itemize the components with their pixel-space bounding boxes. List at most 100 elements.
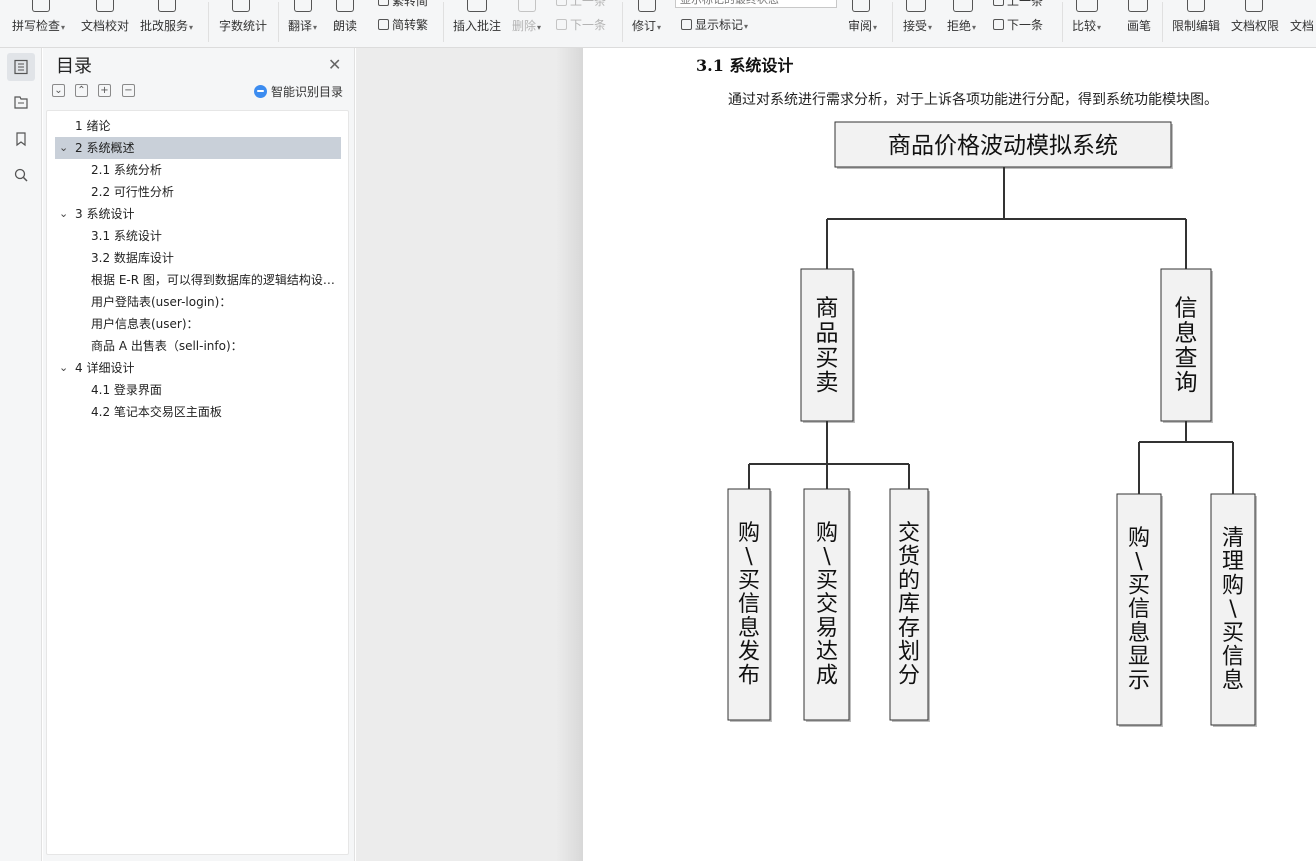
toc-item[interactable]: ⌄ 4 详细设计 [55, 357, 341, 379]
read-aloud-button[interactable]: 朗读 [333, 19, 357, 33]
toc-item[interactable]: 3.1 系统设计 [55, 225, 341, 247]
translate-label: 翻译 [288, 19, 313, 33]
toc-item[interactable]: 用户登陆表(user-login)： [55, 291, 341, 313]
toc-title: 目录 [56, 56, 92, 77]
smart-detect-label: 智能识别目录 [271, 85, 344, 99]
restrict-edit-button[interactable]: 限制编辑 [1172, 19, 1220, 33]
close-icon[interactable]: ✕ [328, 55, 341, 74]
toc-item-label: 2 系统概述 [75, 141, 135, 155]
review-button[interactable]: 审阅▾ [848, 19, 877, 35]
simp-to-trad-label: 简转繁 [392, 18, 429, 32]
side-rail [0, 48, 42, 861]
delete-comment-button[interactable]: 删除▾ [512, 19, 541, 35]
toc-item-label: 商品 A 出售表（sell-info)： [91, 339, 243, 353]
trad-to-simp-icon [378, 0, 389, 6]
next-comment-label: 下一条 [570, 18, 607, 32]
doc-more-button[interactable]: 文档 [1290, 19, 1314, 33]
doc-permission-button[interactable]: 文档权限 [1231, 19, 1279, 33]
track-changes-button[interactable]: 修订▾ [632, 19, 661, 35]
compare-icon [1076, 0, 1098, 12]
toc-item[interactable]: 2.1 系统分析 [55, 159, 341, 181]
show-markup-button[interactable]: 显示标记▾ [681, 18, 748, 34]
word-count-icon [232, 0, 250, 12]
toc-item-label: 4 详细设计 [75, 361, 135, 375]
toc-item-label: 4.2 笔记本交易区主面板 [91, 405, 222, 419]
accept-icon [906, 0, 926, 12]
toc-item-label: 2.1 系统分析 [91, 163, 162, 177]
comment-icon [467, 0, 487, 12]
chevron-down-icon[interactable]: ⌄ [59, 203, 68, 225]
smart-detect-icon [254, 85, 267, 98]
chevron-down-icon[interactable]: ⌄ [59, 357, 68, 379]
toc-item[interactable]: ⌄ 2 系统概述 [55, 137, 341, 159]
toc-item[interactable]: 1 绪论 [55, 115, 341, 137]
translate-icon [294, 0, 312, 12]
compare-button[interactable]: 比较▾ [1072, 19, 1101, 35]
toc-item[interactable]: 用户信息表(user)： [55, 313, 341, 335]
reject-icon [953, 0, 973, 12]
bookmark-icon [16, 132, 26, 147]
toc-item-label: 2.2 可行性分析 [91, 185, 174, 199]
track-changes-label: 修订 [632, 19, 657, 33]
translate-button[interactable]: 翻译▾ [288, 19, 317, 35]
show-markup-label: 显示标记 [695, 18, 744, 32]
ribbon-divider [443, 2, 444, 42]
add-level-icon[interactable]: + [98, 84, 111, 97]
reject-button[interactable]: 拒绝▾ [947, 19, 976, 35]
insert-comment-button[interactable]: 插入批注 [453, 19, 501, 33]
toc-item-label: 3 系统设计 [75, 207, 135, 221]
pen-button[interactable]: 画笔 [1127, 19, 1151, 33]
toc-item[interactable]: 商品 A 出售表（sell-info)： [55, 335, 341, 357]
toc-item[interactable]: 4.2 笔记本交易区主面板 [55, 401, 341, 423]
toc-item[interactable]: ⌄ 3 系统设计 [55, 203, 341, 225]
accept-button[interactable]: 接受▾ [903, 19, 932, 35]
trad-to-simp-button[interactable]: 繁转简 [378, 0, 428, 8]
ribbon-divider [1162, 2, 1163, 42]
toc-item[interactable]: 3.2 数据库设计 [55, 247, 341, 269]
ribbon-divider [278, 2, 279, 42]
expand-up-icon[interactable]: ⌃ [75, 84, 88, 97]
next-comment-icon [556, 19, 567, 30]
trad-to-simp-label: 繁转简 [392, 0, 429, 8]
root-node-label: 商品价格波动模拟系统 [888, 133, 1118, 159]
spell-check-button[interactable]: 拼写检查▾ [12, 19, 65, 35]
doc-proof-icon [96, 0, 114, 12]
revise-service-button[interactable]: 批改服务▾ [140, 19, 193, 35]
prev-change-button[interactable]: 上一条 [993, 0, 1043, 8]
spell-check-label: 拼写检查 [12, 19, 61, 33]
toc-item-label: 3.1 系统设计 [91, 229, 162, 243]
collapse-all-icon[interactable]: ⌄ [52, 84, 65, 97]
simp-to-trad-button[interactable]: 简转繁 [378, 18, 428, 32]
doc-permission-icon [1245, 0, 1263, 12]
toc-item[interactable]: 根据 E-R 图，可以得到数据库的逻辑结构设计如下 [55, 269, 341, 291]
markup-state-select[interactable]: 显示标记的最终状态 [675, 0, 837, 8]
toc-icon [14, 59, 28, 75]
search-rail-button[interactable] [7, 161, 35, 189]
next-comment-button[interactable]: 下一条 [556, 18, 606, 32]
pen-icon [1128, 0, 1148, 12]
toc-item-label: 4.1 登录界面 [91, 383, 162, 397]
ribbon-divider [622, 2, 623, 42]
delete-comment-icon [518, 0, 536, 12]
track-changes-icon [638, 0, 656, 12]
chevron-down-icon[interactable]: ⌄ [59, 137, 68, 159]
revise-service-icon [158, 0, 176, 12]
folder-tree-icon [14, 96, 28, 109]
node-label: 信息查询 [1175, 296, 1198, 397]
toc-item[interactable]: 4.1 登录界面 [55, 379, 341, 401]
node-label: 商品买卖 [816, 296, 839, 397]
simp-to-trad-icon [378, 19, 389, 30]
next-change-button[interactable]: 下一条 [993, 18, 1043, 32]
toc-rail-button[interactable] [7, 53, 35, 81]
read-aloud-icon [336, 0, 354, 12]
ribbon-toolbar: 拼写检查▾ 文档校对 批改服务▾ 字数统计 翻译▾ 朗读 繁转简 简转繁 插入批… [0, 0, 1316, 48]
nav-rail-button[interactable] [7, 88, 35, 116]
bookmark-rail-button[interactable] [7, 125, 35, 153]
prev-comment-button[interactable]: 上一条 [556, 0, 606, 8]
prev-change-icon [993, 0, 1004, 6]
toc-item[interactable]: 2.2 可行性分析 [55, 181, 341, 203]
doc-proof-button[interactable]: 文档校对 [81, 19, 129, 33]
word-count-button[interactable]: 字数统计 [219, 19, 267, 33]
remove-level-icon[interactable]: − [122, 84, 135, 97]
smart-detect-toc-button[interactable]: 智能识别目录 [254, 83, 343, 100]
